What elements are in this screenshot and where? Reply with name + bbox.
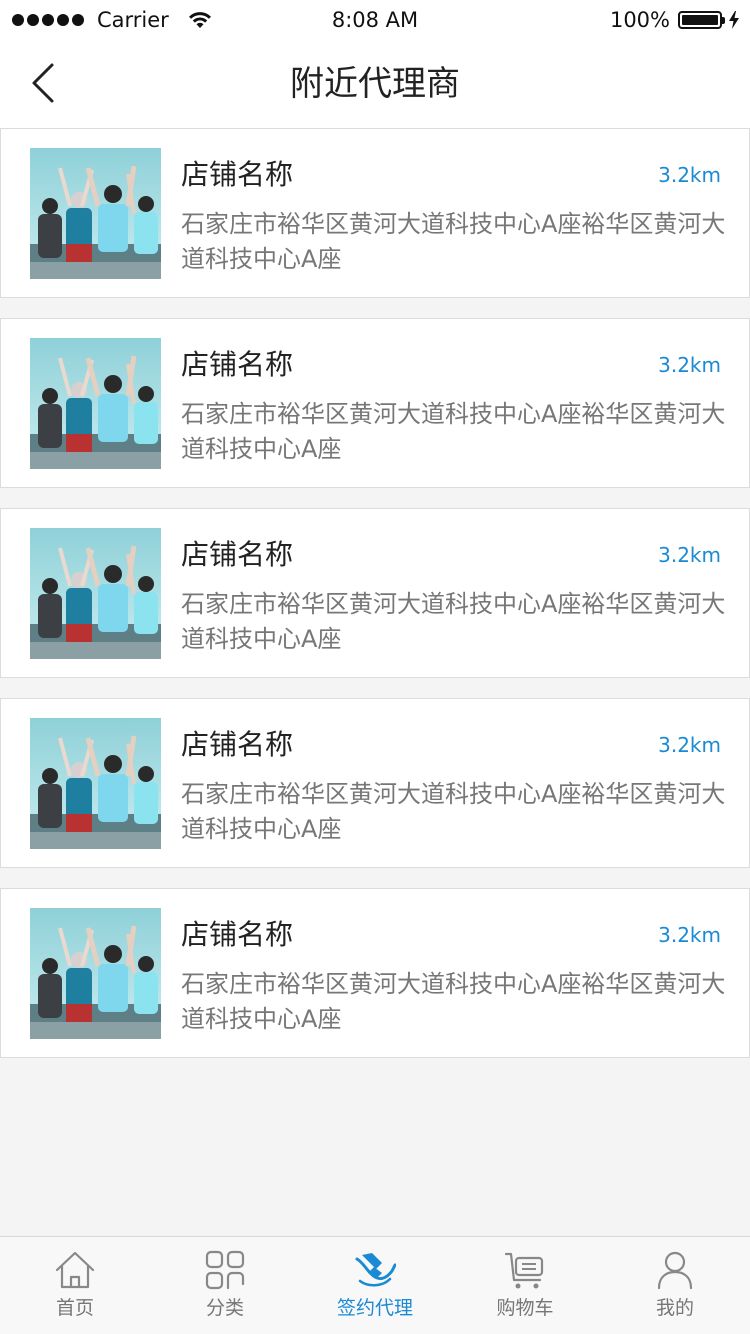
store-card[interactable]: 店铺名称 3.2km 石家庄市裕华区黄河大道科技中心A座裕华区黄河大道科技中心A… — [0, 128, 750, 298]
tab-profile[interactable]: 我的 — [600, 1237, 750, 1334]
chevron-left-icon — [32, 63, 54, 103]
store-name: 店铺名称 — [181, 728, 294, 761]
page-title: 附近代理商 — [290, 64, 460, 104]
store-name: 店铺名称 — [181, 918, 294, 951]
store-address: 石家庄市裕华区黄河大道科技中心A座裕华区黄河大道科技中心A座 — [181, 210, 726, 273]
tab-bar: 首页 分类 签约代理 购物车 我的 — [0, 1236, 750, 1334]
tab-home[interactable]: 首页 — [0, 1237, 150, 1334]
store-distance: 3.2km — [658, 163, 721, 187]
store-thumbnail — [30, 338, 161, 469]
tab-agent[interactable]: 签约代理 — [300, 1237, 450, 1334]
store-address: 石家庄市裕华区黄河大道科技中心A座裕华区黄河大道科技中心A座 — [181, 590, 726, 653]
tab-label: 首页 — [55, 1297, 94, 1319]
store-card[interactable]: 店铺名称 3.2km 石家庄市裕华区黄河大道科技中心A座裕华区黄河大道科技中心A… — [0, 698, 750, 868]
store-card[interactable]: 店铺名称 3.2km 石家庄市裕华区黄河大道科技中心A座裕华区黄河大道科技中心A… — [0, 508, 750, 678]
tab-label: 分类 — [205, 1297, 244, 1319]
store-card[interactable]: 店铺名称 3.2km 石家庄市裕华区黄河大道科技中心A座裕华区黄河大道科技中心A… — [0, 888, 750, 1058]
handshake-icon — [355, 1253, 396, 1287]
battery-icon — [678, 11, 725, 29]
navigation-bar: 附近代理商 — [0, 40, 750, 128]
store-name: 店铺名称 — [181, 348, 294, 381]
tab-label: 购物车 — [496, 1297, 554, 1319]
store-address: 石家庄市裕华区黄河大道科技中心A座裕华区黄河大道科技中心A座 — [181, 780, 726, 843]
store-name: 店铺名称 — [181, 538, 294, 571]
status-right: 100% — [610, 6, 740, 34]
store-thumbnail — [30, 718, 161, 849]
store-distance: 3.2km — [658, 923, 721, 947]
tab-label: 我的 — [655, 1297, 694, 1319]
status-bar: Carrier 8:08 AM 100% — [0, 0, 750, 40]
cart-icon — [504, 1252, 544, 1289]
charging-icon — [729, 11, 739, 29]
store-distance: 3.2km — [658, 543, 721, 567]
store-list: 店铺名称 3.2km 石家庄市裕华区黄河大道科技中心A座裕华区黄河大道科技中心A… — [0, 128, 750, 1078]
grid-icon — [205, 1250, 245, 1290]
battery-percentage: 100% — [609, 8, 670, 32]
store-thumbnail — [30, 908, 161, 1039]
tab-label: 签约代理 — [336, 1297, 413, 1319]
store-card[interactable]: 店铺名称 3.2km 石家庄市裕华区黄河大道科技中心A座裕华区黄河大道科技中心A… — [0, 318, 750, 488]
home-icon — [55, 1251, 95, 1289]
store-address: 石家庄市裕华区黄河大道科技中心A座裕华区黄河大道科技中心A座 — [181, 400, 726, 463]
tab-category[interactable]: 分类 — [150, 1237, 300, 1334]
store-thumbnail — [30, 148, 161, 279]
store-distance: 3.2km — [658, 353, 721, 377]
store-distance: 3.2km — [658, 733, 721, 757]
user-icon — [657, 1251, 693, 1290]
store-address: 石家庄市裕华区黄河大道科技中心A座裕华区黄河大道科技中心A座 — [181, 970, 726, 1033]
store-name: 店铺名称 — [181, 158, 294, 191]
store-thumbnail — [30, 528, 161, 659]
back-button[interactable] — [18, 58, 68, 108]
tab-cart[interactable]: 购物车 — [450, 1237, 600, 1334]
